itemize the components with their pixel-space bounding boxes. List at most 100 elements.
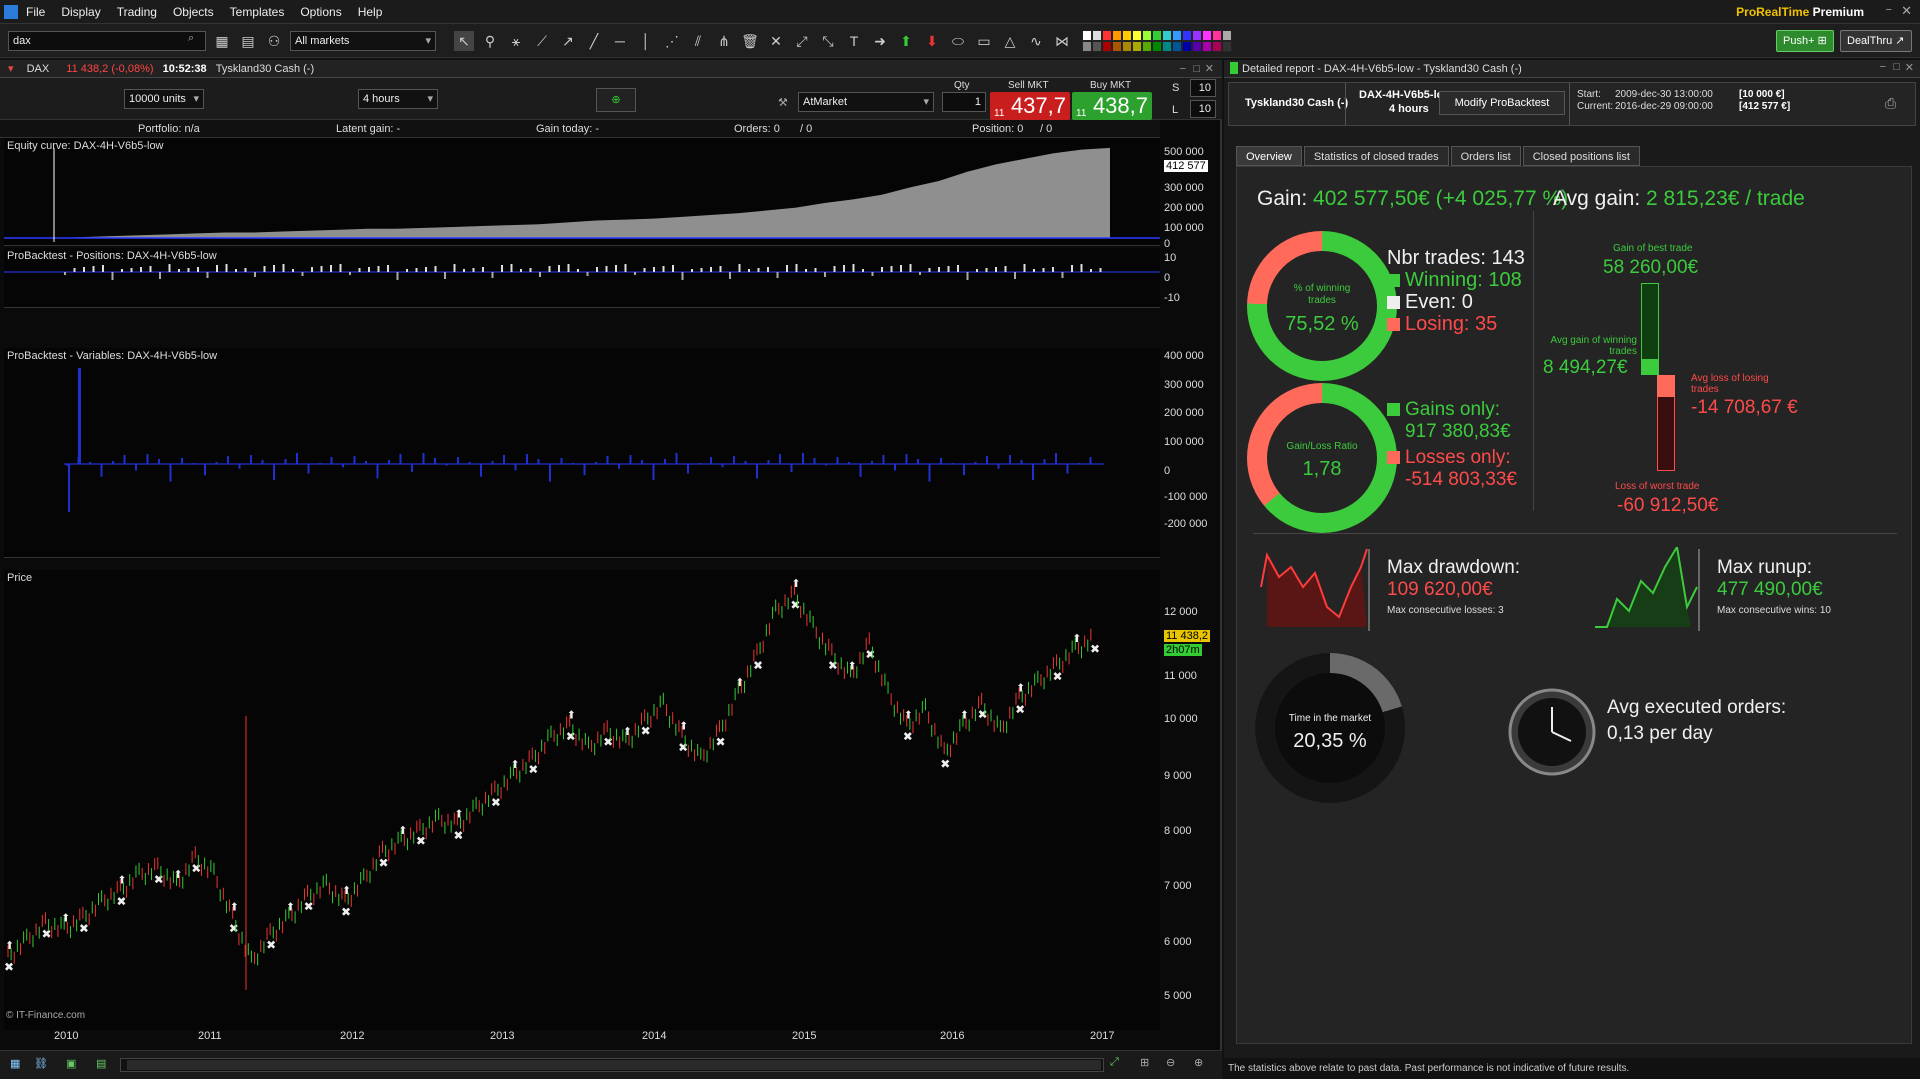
- l-input[interactable]: [1190, 100, 1216, 118]
- variable-bar: [894, 464, 896, 471]
- qty-input[interactable]: [942, 92, 986, 112]
- variable-bar: [859, 464, 862, 477]
- link-icon[interactable]: ⛓: [34, 1057, 48, 1070]
- trade-marker: ✖: [491, 796, 501, 810]
- chart-menu-icon[interactable]: ▾: [8, 63, 14, 75]
- position-bar: [453, 264, 456, 272]
- position-bar: [852, 264, 855, 272]
- close-icon[interactable]: ✕: [1205, 60, 1214, 78]
- push-button[interactable]: Push+ ⊞: [1776, 30, 1834, 52]
- close-icon[interactable]: ✕: [1901, 3, 1912, 19]
- time-badge: 2h07m: [1164, 644, 1202, 656]
- minimize-icon[interactable]: −: [1180, 60, 1186, 78]
- layout-icon[interactable]: ▤: [96, 1057, 106, 1070]
- zoom-in-icon[interactable]: ⊕: [1194, 1056, 1203, 1069]
- ratio-value: 1,78: [1302, 458, 1342, 480]
- zoom-fit-icon[interactable]: ⊞: [1140, 1056, 1149, 1069]
- menu-objects[interactable]: Objects: [165, 5, 222, 19]
- gann-icon[interactable]: ⤢: [792, 31, 812, 51]
- position-bar: [795, 264, 798, 272]
- menu-display[interactable]: Display: [53, 5, 108, 19]
- cursor-icon[interactable]: ↖: [454, 31, 474, 51]
- zoom-out-icon[interactable]: ⊖: [1166, 1056, 1175, 1069]
- search-input[interactable]: [8, 31, 206, 51]
- menu-options[interactable]: Options: [292, 5, 349, 19]
- position-bar: [862, 269, 864, 272]
- triangle-icon[interactable]: △: [1000, 31, 1020, 51]
- wave-icon[interactable]: ∿: [1026, 31, 1046, 51]
- close-icon[interactable]: ✕: [1905, 61, 1914, 74]
- runup-sparkline: [1595, 547, 1700, 631]
- menu-trading[interactable]: Trading: [109, 5, 165, 19]
- pattern-icon[interactable]: ⋈: [1052, 31, 1072, 51]
- positions-title: ProBacktest - Positions: DAX-4H-V6b5-low: [7, 250, 217, 262]
- units-select[interactable]: 10000 units: [124, 89, 204, 109]
- tab-closed-positions[interactable]: Closed positions list: [1522, 146, 1640, 166]
- variable-bar: [307, 464, 310, 474]
- rectangle-icon[interactable]: ▭: [974, 31, 994, 51]
- position-bar: [957, 265, 959, 272]
- variables-panel[interactable]: ProBacktest - Variables: DAX-4H-V6b5-low: [4, 348, 1160, 558]
- minimize-icon[interactable]: −: [1880, 61, 1886, 73]
- ellipse-icon[interactable]: ⬭: [948, 31, 968, 51]
- dealthru-button[interactable]: DealThru ↗: [1840, 30, 1912, 52]
- trash-icon[interactable]: 🗑: [740, 31, 760, 51]
- menu-templates[interactable]: Templates: [222, 5, 293, 19]
- color-palette[interactable]: [1082, 30, 1232, 52]
- tab-orders-list[interactable]: Orders list: [1450, 146, 1521, 166]
- magnet-icon[interactable]: ⚹: [506, 31, 526, 51]
- maximize-icon[interactable]: □: [1193, 60, 1200, 78]
- scroll-track[interactable]: [120, 1058, 1104, 1072]
- search-icon[interactable]: ⌕: [188, 32, 194, 45]
- fan-icon[interactable]: ⋔: [714, 31, 734, 51]
- menu-help[interactable]: Help: [350, 5, 391, 19]
- vertical-line-icon[interactable]: │: [636, 31, 656, 51]
- add-indicator-icon[interactable]: ⊕: [596, 88, 636, 112]
- regression-icon[interactable]: ⤡: [818, 31, 838, 51]
- print-icon[interactable]: ⎙: [1885, 95, 1896, 112]
- autoscale-icon[interactable]: ⤢: [1110, 1056, 1119, 1069]
- tab-statistics[interactable]: Statistics of closed trades: [1303, 146, 1449, 166]
- timeframe-select[interactable]: 4 hours: [358, 89, 438, 109]
- arrow-right-icon[interactable]: ➜: [870, 31, 890, 51]
- minimize-icon[interactable]: −: [1886, 4, 1892, 16]
- losses-only-label: Losses only:: [1405, 447, 1511, 468]
- menu-file[interactable]: File: [18, 5, 53, 19]
- s-input[interactable]: [1190, 79, 1216, 97]
- indicator-icon[interactable]: ▣: [66, 1057, 76, 1070]
- arrow-down-icon[interactable]: ⬇: [922, 31, 942, 51]
- screener-icon[interactable]: ▦: [212, 31, 232, 51]
- buy-button[interactable]: 11 438,7: [1072, 92, 1152, 120]
- sell-button[interactable]: 11 437,7: [990, 92, 1070, 120]
- text-icon[interactable]: T: [844, 31, 864, 51]
- horizontal-line-icon[interactable]: ─: [610, 31, 630, 51]
- wrench-icon[interactable]: ⚒: [778, 96, 788, 109]
- tab-overview[interactable]: Overview: [1236, 146, 1302, 166]
- equity-panel[interactable]: Equity curve: DAX-4H-V6b5-low: [4, 138, 1160, 246]
- fibonacci-icon[interactable]: ⋰: [662, 31, 682, 51]
- positions-panel[interactable]: ProBacktest - Positions: DAX-4H-V6b5-low: [4, 248, 1160, 308]
- max-drawdown-label: Max drawdown:: [1387, 557, 1521, 578]
- modify-probacktest-button[interactable]: Modify ProBacktest: [1439, 91, 1565, 115]
- position-bar: [662, 266, 665, 272]
- instrument-code[interactable]: DAX: [27, 63, 50, 75]
- price-panel[interactable]: Price ✖ ⬆ ✖ ⬆ ✖ ✖ ⬆ ✖ ⬆ ✖ ✖ ⬆ ✖ ⬆ ✖ ✖ ⬆ ✖ ⬆ ✖ ✖ ⬆ ✖ ⬆ ✖ ✖ ⬆ ✖ ⬆ ✖ ✖ ⬆ ✖ ⬆…: [4, 570, 1160, 1030]
- chart-icon[interactable]: ▦: [10, 1057, 20, 1070]
- market-filter-select[interactable]: All markets: [290, 31, 436, 51]
- tools-icon[interactable]: ✕: [766, 31, 786, 51]
- scroll-thumb[interactable]: [127, 1060, 1101, 1070]
- channel-icon[interactable]: ⫽: [688, 31, 708, 51]
- scan-icon[interactable]: ⚇: [264, 31, 284, 51]
- trendline-icon[interactable]: ↗: [558, 31, 578, 51]
- ruler-icon[interactable]: ⟋: [532, 31, 552, 51]
- chart-scrollbar[interactable]: ▦ ⛓ ▣ ▤ ⤢ ⊞ ⊖ ⊕: [0, 1050, 1222, 1079]
- arrow-up-icon[interactable]: ⬆: [896, 31, 916, 51]
- maximize-icon[interactable]: □: [1893, 61, 1900, 73]
- variable-bar: [238, 464, 241, 469]
- line-icon[interactable]: ╱: [584, 31, 604, 51]
- list-icon[interactable]: ▤: [238, 31, 258, 51]
- price-badge: 11 438,2: [1164, 630, 1211, 642]
- order-type-select[interactable]: AtMarket: [798, 92, 934, 112]
- zoom-icon[interactable]: ⚲: [480, 31, 500, 51]
- avg-win-value: 8 494,27€: [1543, 357, 1628, 378]
